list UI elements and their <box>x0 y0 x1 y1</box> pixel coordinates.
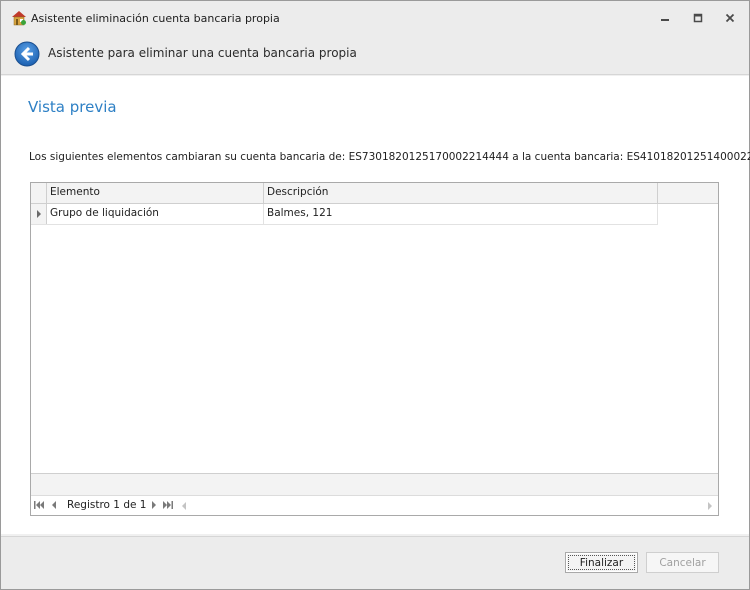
scroll-right-icon[interactable] <box>706 502 714 510</box>
column-header-descripcion[interactable]: Descripción <box>264 183 658 203</box>
wizard-window: Asistente eliminación cuenta bancaria pr… <box>0 0 750 590</box>
record-count: Registro 1 de 1 <box>67 499 147 511</box>
row-indicator[interactable] <box>31 204 47 224</box>
horizontal-scrollbar[interactable] <box>178 499 714 513</box>
page-title: Vista previa <box>28 98 117 116</box>
arrow-left-circle-icon[interactable] <box>14 41 40 67</box>
table-row[interactable]: Grupo de liquidación Balmes, 121 <box>31 204 658 225</box>
wizard-title: Asistente para eliminar una cuenta banca… <box>48 46 357 60</box>
first-icon[interactable] <box>34 500 44 510</box>
cell-descripcion[interactable]: Balmes, 121 <box>264 204 658 224</box>
last-icon[interactable] <box>163 500 173 510</box>
cancelar-button[interactable]: Cancelar <box>646 552 719 573</box>
cell-elemento[interactable]: Grupo de liquidación <box>47 204 264 224</box>
grid-footer <box>31 473 718 495</box>
close-icon[interactable] <box>721 10 739 26</box>
minimize-icon[interactable] <box>656 10 674 26</box>
next-icon[interactable] <box>149 500 159 510</box>
prev-icon[interactable] <box>49 500 59 510</box>
preview-grid[interactable]: Elemento Descripción Grupo de liquidació… <box>30 182 719 516</box>
scroll-left-icon[interactable] <box>180 502 188 510</box>
row-indicator-header[interactable] <box>31 183 47 203</box>
restore-icon[interactable] <box>689 10 707 26</box>
window-title: Asistente eliminación cuenta bancaria pr… <box>31 12 280 25</box>
scrollbar-track[interactable] <box>190 499 702 513</box>
grid-header: Elemento Descripción <box>31 183 718 204</box>
finalizar-button[interactable]: Finalizar <box>565 552 638 573</box>
title-bar[interactable]: Asistente eliminación cuenta bancaria pr… <box>1 1 749 35</box>
bank-house-icon <box>11 10 27 26</box>
wizard-header: Asistente para eliminar una cuenta banca… <box>1 35 749 75</box>
row-pointer-icon <box>36 210 41 218</box>
wizard-content: Vista previa Los siguientes elementos ca… <box>1 76 750 534</box>
wizard-footer: Finalizar Cancelar <box>1 536 749 589</box>
column-header-elemento[interactable]: Elemento <box>47 183 264 203</box>
record-navigator: Registro 1 de 1 <box>31 495 718 515</box>
page-description: Los siguientes elementos cambiaran su cu… <box>29 151 750 163</box>
